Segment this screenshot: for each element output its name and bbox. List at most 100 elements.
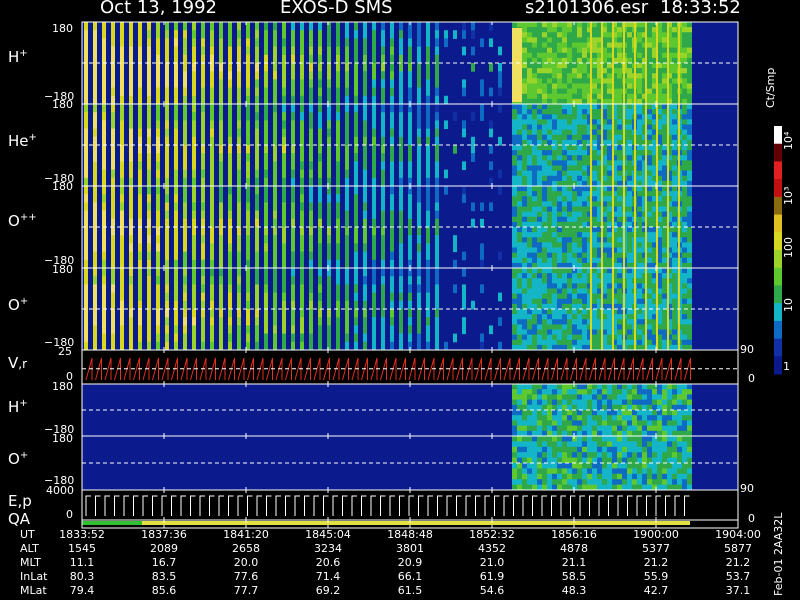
heatmap-cell bbox=[165, 120, 169, 130]
heatmap-cell bbox=[237, 136, 241, 146]
heatmap-cell bbox=[417, 284, 421, 294]
heatmap-cell bbox=[336, 268, 340, 277]
heatmap-cell bbox=[582, 63, 587, 69]
heatmap-cell bbox=[210, 145, 214, 154]
heatmap-cell bbox=[562, 242, 567, 248]
heatmap-cell bbox=[354, 153, 358, 162]
heatmap-cell bbox=[408, 325, 412, 335]
heatmap-cell bbox=[219, 136, 223, 146]
heatmap-cell bbox=[577, 309, 582, 315]
heatmap-cell bbox=[512, 160, 517, 166]
heatmap-cell bbox=[237, 202, 241, 212]
heatmap-cell bbox=[532, 175, 537, 182]
heatmap-cell bbox=[652, 479, 657, 486]
heatmap-cell bbox=[363, 333, 367, 343]
heatmap-cell bbox=[372, 268, 376, 277]
heatmap-cell bbox=[237, 235, 241, 244]
heatmap-cell bbox=[372, 79, 376, 89]
heatmap-cell bbox=[453, 333, 457, 343]
heatmap-cell bbox=[577, 93, 582, 100]
heatmap-cell bbox=[537, 22, 542, 28]
heatmap-cell bbox=[246, 22, 250, 31]
heatmap-cell bbox=[372, 333, 376, 343]
heatmap-cell bbox=[336, 243, 340, 253]
heatmap-cell bbox=[552, 83, 557, 90]
heatmap-cell bbox=[120, 38, 124, 48]
heatmap-cell bbox=[363, 153, 367, 162]
heatmap-cell bbox=[682, 145, 687, 151]
heatmap-cell bbox=[381, 235, 385, 244]
heatmap-cell bbox=[662, 73, 667, 79]
heatmap-cell bbox=[562, 339, 567, 346]
heatmap-cell bbox=[687, 124, 692, 131]
heatmap-cell bbox=[273, 218, 277, 228]
heatmap-cell bbox=[527, 201, 532, 207]
heatmap-cell bbox=[627, 227, 632, 233]
heatmap-cell bbox=[597, 463, 602, 469]
heatmap-cell bbox=[567, 155, 572, 161]
heatmap-cell bbox=[512, 129, 517, 136]
heatmap-cell bbox=[354, 38, 358, 48]
heatmap-cell bbox=[435, 120, 439, 130]
heatmap-cell bbox=[318, 309, 322, 318]
heatmap-cell bbox=[552, 232, 557, 238]
heatmap-cell bbox=[602, 452, 607, 459]
heatmap-cell bbox=[390, 22, 394, 31]
heatmap-cell bbox=[390, 194, 394, 203]
heatmap-cell bbox=[264, 276, 268, 285]
heatmap-cell bbox=[627, 420, 632, 427]
heatmap-cell bbox=[336, 22, 340, 31]
heatmap-cell bbox=[489, 38, 493, 48]
heatmap-cell bbox=[572, 242, 577, 248]
heatmap-cell bbox=[435, 177, 439, 187]
heatmap-cell bbox=[667, 479, 672, 486]
heatmap-cell bbox=[572, 420, 577, 427]
heatmap-cell bbox=[327, 30, 331, 39]
heatmap-cell bbox=[417, 79, 421, 89]
heatmap-cell bbox=[567, 339, 572, 346]
heatmap-cell bbox=[219, 120, 223, 130]
heatmap-cell bbox=[582, 329, 587, 336]
heatmap-cell bbox=[345, 276, 349, 285]
heatmap-cell bbox=[687, 293, 692, 300]
heatmap-cell bbox=[138, 22, 142, 31]
heatmap-cell bbox=[174, 169, 178, 179]
heatmap-cell bbox=[647, 247, 652, 254]
heatmap-cell bbox=[617, 389, 622, 395]
heatmap-cell bbox=[542, 27, 547, 33]
heatmap-cell bbox=[522, 47, 527, 54]
heatmap-cell bbox=[637, 425, 642, 432]
heatmap-cell bbox=[264, 210, 268, 220]
heatmap-cell bbox=[582, 165, 587, 172]
heatmap-cell bbox=[201, 95, 205, 105]
heatmap-cell bbox=[111, 112, 115, 121]
heatmap-cell bbox=[417, 161, 421, 171]
heatmap-cell bbox=[672, 52, 677, 59]
heatmap-cell bbox=[93, 177, 97, 187]
heatmap-cell bbox=[183, 136, 187, 146]
heatmap-cell bbox=[201, 235, 205, 244]
heatmap-cell bbox=[527, 389, 532, 395]
heatmap-cell bbox=[577, 73, 582, 79]
heatmap-cell bbox=[318, 30, 322, 39]
heatmap-cell bbox=[637, 88, 642, 95]
heatmap-cell bbox=[417, 202, 421, 212]
heatmap-cell bbox=[354, 79, 358, 89]
heatmap-cell bbox=[687, 479, 692, 486]
heatmap-cell bbox=[542, 324, 547, 330]
heatmap-cell bbox=[577, 83, 582, 90]
heatmap-cell bbox=[532, 129, 537, 136]
heatmap-cell bbox=[592, 273, 597, 279]
heatmap-cell bbox=[527, 175, 532, 182]
heatmap-cell bbox=[582, 27, 587, 33]
heatmap-cell bbox=[552, 73, 557, 79]
heatmap-cell bbox=[327, 79, 331, 89]
heatmap-cell bbox=[363, 259, 367, 269]
heatmap-cell bbox=[672, 27, 677, 33]
heatmap-cell bbox=[489, 325, 493, 335]
heatmap-cell bbox=[201, 276, 205, 285]
heatmap-cell bbox=[562, 170, 567, 177]
heatmap-cell bbox=[327, 276, 331, 285]
heatmap-cell bbox=[552, 175, 557, 182]
heatmap-cell bbox=[647, 319, 652, 325]
